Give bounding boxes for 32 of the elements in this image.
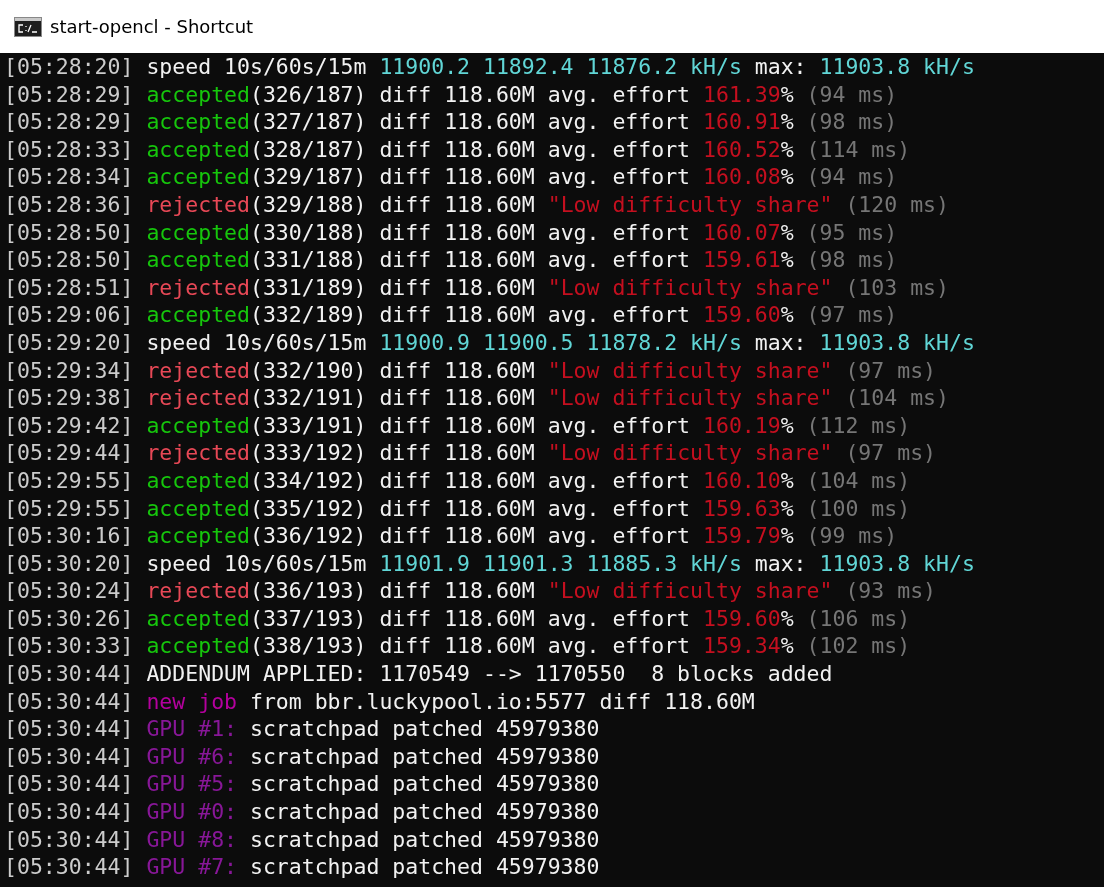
console-line: [05:30:33] accepted(338/193) diff 118.60M avg. effort 159.34% (102 ms): [4, 632, 911, 661]
console-line: [05:28:34] accepted(329/187) diff 118.60M avg. effort 160.08% (94 ms): [4, 163, 898, 191]
console-line: [05:30:16] accepted(336/192) diff 118.60M avg. effort 159.79% (99 ms): [4, 522, 898, 550]
console-line: [05:28:50] accepted(331/188) diff 118.60M avg. effort 159.61% (98 ms): [4, 246, 898, 274]
console-line: [05:30:20] speed 10s/60s/15m 11901.9 11901.3 11885.3 kH/s max: 11903.8 kH/s: [4, 549, 975, 578]
console-line: [05:29:34] rejected(332/190) diff 118.60M "Low difficulty share" (97 ms): [4, 356, 937, 385]
console-line: [05:28:33] accepted(328/187) diff 118.60M avg. effort 160.52% (114 ms): [4, 135, 911, 164]
console-line: [05:30:44] new job from bbr.luckypool.io:5577 diff 118.60M: [4, 687, 755, 716]
console-line: [05:28:20] speed 10s/60s/15m 11900.2 11892.4 11876.2 kH/s max: 11903.8 kH/s: [4, 53, 975, 81]
window-title: start-opencl - Shortcut: [50, 16, 254, 37]
console-line: [05:29:55] accepted(335/192) diff 118.60M avg. effort 159.63% (100 ms): [4, 494, 911, 523]
console-line: [05:30:44] GPU #1: scratchpad patched 45979380: [4, 715, 600, 743]
console-line: [05:28:29] accepted(327/187) diff 118.60M avg. effort 160.91% (98 ms): [4, 108, 898, 136]
console-line: [05:30:44] GPU #6: scratchpad patched 45979380: [4, 742, 600, 771]
console-line: [05:29:55] accepted(334/192) diff 118.60M avg. effort 160.10% (104 ms): [4, 466, 911, 495]
console-line: [05:30:44] GPU #7: scratchpad patched 45979380: [4, 853, 600, 881]
console-line: [05:28:50] accepted(330/188) diff 118.60M avg. effort 160.07% (95 ms): [4, 218, 898, 247]
console-line: [05:29:42] accepted(333/191) diff 118.60M avg. effort 160.19% (112 ms): [4, 411, 911, 440]
console-line: [05:30:44] GPU #0: scratchpad patched 45979380: [4, 798, 600, 826]
console-line: [05:30:44] ADDENDUM APPLIED: 1170549 --> 1170550 8 blocks added: [4, 660, 833, 688]
console-icon: [14, 16, 42, 37]
console-line: [05:30:24] rejected(336/193) diff 118.60M "Low difficulty share" (93 ms): [4, 577, 937, 605]
console-line: [05:29:44] rejected(333/192) diff 118.60M "Low difficulty share" (97 ms): [4, 439, 937, 467]
console-line: [05:29:38] rejected(332/191) diff 118.60M "Low difficulty share" (104 ms): [4, 384, 949, 412]
console-line: [05:30:26] accepted(337/193) diff 118.60M avg. effort 159.60% (106 ms): [4, 604, 911, 633]
console-line: [05:30:44] GPU #5: scratchpad patched 45979380: [4, 770, 600, 799]
console-line: [05:28:36] rejected(329/188) diff 118.60M "Low difficulty share" (120 ms): [4, 190, 949, 219]
console-line: [05:28:29] accepted(326/187) diff 118.60M avg. effort 161.39% (94 ms): [4, 80, 898, 109]
console-line: [05:29:06] accepted(332/189) diff 118.60M avg. effort 159.60% (97 ms): [4, 301, 898, 329]
console-line: [05:28:51] rejected(331/189) diff 118.60M "Low difficulty share" (103 ms): [4, 273, 949, 302]
console-line: [05:30:44] GPU #8: scratchpad patched 45979380: [4, 825, 600, 854]
console-line: [05:29:20] speed 10s/60s/15m 11900.9 11900.5 11878.2 kH/s max: 11903.8 kH/s: [4, 328, 975, 357]
